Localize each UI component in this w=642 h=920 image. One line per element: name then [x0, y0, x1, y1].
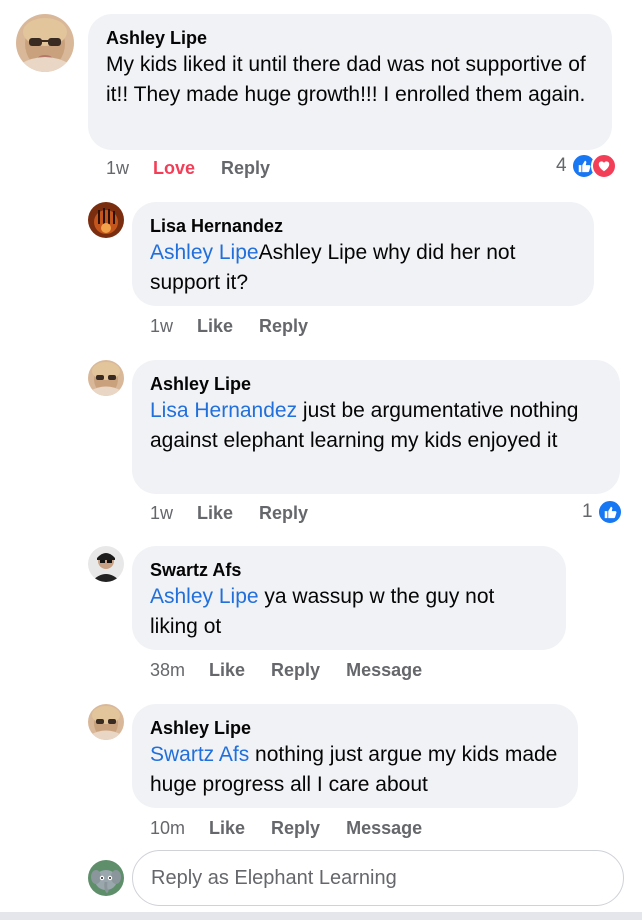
comment-text: Ashley Lipe ya wassup w the guy not liki… [150, 582, 548, 642]
reply-button[interactable]: Reply [271, 660, 320, 681]
ashley-avatar-icon [16, 14, 74, 72]
reply-button[interactable]: Reply [221, 158, 270, 179]
avatar[interactable] [88, 360, 124, 396]
mention-link[interactable]: Lisa Hernandez [150, 399, 297, 422]
reaction-summary[interactable]: 1 [582, 499, 623, 525]
comment-text: My kids liked it until there dad was not… [106, 53, 586, 106]
comment-author[interactable]: Lisa Hernandez [150, 214, 576, 238]
comment-time[interactable]: 38m [150, 660, 185, 681]
ashley-avatar-icon [88, 704, 124, 740]
lisa-avatar-icon [88, 202, 124, 238]
comment-bubble: Ashley Lipe Swartz Afs nothing just argu… [132, 704, 578, 808]
avatar[interactable] [88, 704, 124, 740]
divider [0, 912, 642, 920]
mention-link[interactable]: Swartz Afs [150, 743, 249, 766]
ashley-avatar-icon [88, 360, 124, 396]
heart-icon [590, 153, 617, 179]
like-icon [596, 499, 623, 525]
page-avatar [88, 860, 124, 896]
avatar[interactable] [88, 202, 124, 238]
comment-bubble: Swartz Afs Ashley Lipe ya wassup w the g… [132, 546, 566, 650]
like-button[interactable]: Like [209, 660, 245, 681]
like-button[interactable]: Like [197, 503, 233, 524]
message-button[interactable]: Message [346, 818, 422, 839]
swartz-avatar-icon [88, 546, 124, 582]
comment-actions: 1w Like Reply [150, 316, 334, 337]
comment-time[interactable]: 10m [150, 818, 185, 839]
reply-button[interactable]: Reply [271, 818, 320, 839]
elephant-avatar-icon [88, 860, 124, 896]
comment-bubble: Lisa Hernandez Ashley LipeAshley Lipe wh… [132, 202, 594, 306]
reaction-count: 1 [582, 501, 593, 522]
comment-time[interactable]: 1w [150, 316, 173, 337]
comment-author[interactable]: Ashley Lipe [150, 372, 602, 396]
comment-actions: 1w Like Reply [150, 503, 334, 524]
love-button[interactable]: Love [153, 158, 195, 179]
like-button[interactable]: Like [197, 316, 233, 337]
like-button[interactable]: Like [209, 818, 245, 839]
reaction-summary[interactable]: 4 [556, 153, 617, 179]
comment-actions: 1w Love Reply [106, 158, 296, 179]
comment-author[interactable]: Ashley Lipe [150, 716, 560, 740]
mention-link[interactable]: Ashley Lipe [150, 585, 259, 608]
comment-actions: 10m Like Reply Message [150, 818, 448, 839]
avatar[interactable] [16, 14, 74, 72]
comment-text: Lisa Hernandez just be argumentative not… [150, 396, 602, 456]
reply-button[interactable]: Reply [259, 316, 308, 337]
comment-bubble: Ashley Lipe My kids liked it until there… [88, 14, 612, 150]
reply-button[interactable]: Reply [259, 503, 308, 524]
comment-time[interactable]: 1w [106, 158, 129, 179]
reply-row [0, 848, 642, 908]
avatar[interactable] [88, 546, 124, 582]
comment-time[interactable]: 1w [150, 503, 173, 524]
comment-author[interactable]: Ashley Lipe [106, 26, 594, 50]
comment-actions: 38m Like Reply Message [150, 660, 448, 681]
comment-text: Swartz Afs nothing just argue my kids ma… [150, 740, 560, 800]
message-button[interactable]: Message [346, 660, 422, 681]
comment-bubble: Ashley Lipe Lisa Hernandez just be argum… [132, 360, 620, 494]
reply-input[interactable] [132, 850, 624, 906]
comment-author[interactable]: Swartz Afs [150, 558, 548, 582]
mention-link[interactable]: Ashley Lipe [150, 241, 259, 264]
reaction-count: 4 [556, 155, 567, 176]
comment-text: Ashley LipeAshley Lipe why did her not s… [150, 238, 576, 298]
